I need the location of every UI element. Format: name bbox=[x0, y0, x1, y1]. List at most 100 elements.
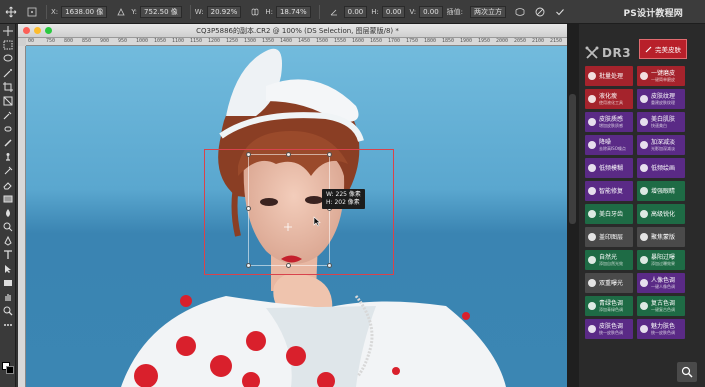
dr3-action-button[interactable]: 高级锐化 bbox=[637, 204, 685, 224]
gradient-tool-icon[interactable] bbox=[0, 192, 16, 206]
dr3-action-button[interactable]: 智能修复 bbox=[585, 181, 633, 201]
healing-brush-icon[interactable] bbox=[0, 122, 16, 136]
interpolation-field[interactable]: 插值: 两次立方 bbox=[447, 5, 507, 18]
dr3-action-button[interactable]: 低频模糊 bbox=[585, 158, 633, 178]
warp-icon[interactable] bbox=[512, 4, 528, 20]
h-field[interactable]: H: 18.74% bbox=[265, 5, 311, 18]
transform-handle[interactable] bbox=[246, 152, 251, 157]
dr3-action-button[interactable]: 皮肤质感 增加皮肤质感 bbox=[585, 112, 633, 132]
frame-tool-icon[interactable] bbox=[0, 94, 16, 108]
more-tools-icon[interactable] bbox=[0, 318, 16, 332]
dr3-action-button[interactable]: 降噪 去除高ISO噪点 bbox=[585, 135, 633, 155]
dr3-action-button[interactable]: 皮肤纹理 重建皮肤纹理 bbox=[637, 89, 685, 109]
zoom-window-button[interactable] bbox=[45, 27, 52, 34]
dodge-tool-icon[interactable] bbox=[0, 220, 16, 234]
history-brush-icon[interactable] bbox=[0, 164, 16, 178]
angle-field[interactable]: 0.00 bbox=[343, 5, 368, 18]
y-field[interactable]: Y: 752.50 像 bbox=[131, 5, 182, 18]
y-value[interactable]: 752.50 像 bbox=[140, 5, 182, 18]
cancel-icon[interactable] bbox=[532, 4, 548, 20]
dr3-action-button[interactable]: 批量处理 bbox=[585, 66, 633, 86]
skew-v-value[interactable]: 0.00 bbox=[419, 5, 443, 18]
transform-handle[interactable] bbox=[327, 263, 332, 268]
reference-point-icon[interactable] bbox=[24, 4, 40, 20]
hand-tool-icon[interactable] bbox=[0, 290, 16, 304]
commit-icon[interactable] bbox=[552, 4, 568, 20]
background-color-swatch[interactable] bbox=[6, 366, 14, 374]
zoom-tool-icon[interactable] bbox=[0, 304, 16, 318]
brush-tool-icon[interactable] bbox=[0, 136, 16, 150]
angle-value[interactable]: 0.00 bbox=[343, 5, 368, 18]
marquee-tool-icon[interactable] bbox=[0, 38, 16, 52]
eraser-icon[interactable] bbox=[0, 178, 16, 192]
transform-handle[interactable] bbox=[327, 152, 332, 157]
zoom-button[interactable] bbox=[677, 362, 697, 382]
document-title: CQ3P5886的副本.CR2 @ 100% (DS Selection, 图层… bbox=[196, 26, 399, 35]
h-value[interactable]: 18.74% bbox=[275, 5, 311, 18]
dr3-action-button[interactable]: 暴阳过曝 添加过曝效果 bbox=[637, 250, 685, 270]
dr3-action-button[interactable]: 魅力肤色 统一皮肤色调 bbox=[637, 319, 685, 339]
transform-handle[interactable] bbox=[246, 206, 251, 211]
move-tool-icon[interactable] bbox=[0, 24, 16, 38]
action-label: 自然光 bbox=[599, 254, 618, 261]
dr3-action-button[interactable]: 加深减淡 光影加深减淡 bbox=[637, 135, 685, 155]
blur-tool-icon[interactable] bbox=[0, 206, 16, 220]
interpolation-select[interactable]: 两次立方 bbox=[470, 5, 507, 18]
action-label: 魅力肤色 bbox=[651, 323, 676, 330]
dr3-action-button[interactable]: 美白牙齿 bbox=[585, 204, 633, 224]
ruler-tick-label: 1300 bbox=[244, 38, 257, 44]
transform-handle[interactable] bbox=[286, 263, 291, 268]
dr3-action-button[interactable]: 自然光 添加自然光效 bbox=[585, 250, 633, 270]
ruler-tick-label: 1950 bbox=[478, 38, 491, 44]
horizontal-ruler[interactable]: 00 750 800 850 900 950 1000 1050 1100 1150 1200 125… bbox=[26, 38, 577, 46]
pen-tool-icon[interactable] bbox=[0, 234, 16, 248]
shape-tool-icon[interactable] bbox=[0, 276, 16, 290]
x-field[interactable]: X: 1638.00 像 bbox=[51, 5, 108, 18]
delta-icon[interactable] bbox=[113, 4, 129, 20]
perfect-skin-button[interactable]: 完美皮肤 bbox=[639, 39, 687, 59]
dr3-action-button[interactable]: 双重曝光 bbox=[585, 273, 633, 293]
link-icon[interactable] bbox=[247, 4, 263, 20]
dr3-action-button[interactable]: 皮肤色调 统一皮肤色调 bbox=[585, 319, 633, 339]
dr3-action-button[interactable]: 青绿色调 添加青绿色调 bbox=[585, 296, 633, 316]
path-select-icon[interactable] bbox=[0, 262, 16, 276]
scrollbar-thumb[interactable] bbox=[569, 94, 576, 224]
dr3-action-button[interactable]: 美白肌肤 快速美白 bbox=[637, 112, 685, 132]
dr3-action-button[interactable]: 低频绘画 bbox=[637, 158, 685, 178]
magic-wand-icon[interactable] bbox=[0, 66, 16, 80]
document-titlebar[interactable]: CQ3P5886的副本.CR2 @ 100% (DS Selection, 图层… bbox=[18, 24, 577, 38]
action-label: 批量处理 bbox=[599, 72, 624, 80]
type-tool-icon[interactable] bbox=[0, 248, 16, 262]
dr3-action-button[interactable]: 盖印图层 bbox=[585, 227, 633, 247]
vertical-ruler[interactable] bbox=[18, 46, 26, 387]
image-canvas[interactable]: W: 225 像素 H: 202 像素 bbox=[26, 46, 577, 387]
panel-scrollbar[interactable] bbox=[567, 24, 579, 387]
dr3-action-button[interactable]: 液化瘦 使用液化工具 bbox=[585, 89, 633, 109]
skew-v-field[interactable]: V: 0.00 bbox=[409, 5, 443, 18]
transform-box[interactable] bbox=[248, 154, 330, 266]
dr3-action-button[interactable]: 复古色调 一键复古色调 bbox=[637, 296, 685, 316]
ruler-corner[interactable] bbox=[18, 38, 26, 46]
crop-tool-icon[interactable] bbox=[0, 80, 16, 94]
transform-handle[interactable] bbox=[286, 152, 291, 157]
w-field[interactable]: W: 20.92% bbox=[195, 5, 242, 18]
dr3-action-button[interactable]: 增强眼睛 bbox=[637, 181, 685, 201]
close-window-button[interactable] bbox=[23, 27, 30, 34]
move-tool-icon[interactable] bbox=[0, 0, 22, 24]
action-icon bbox=[640, 325, 648, 333]
action-sublabel: 添加青绿色调 bbox=[599, 307, 623, 312]
minimize-window-button[interactable] bbox=[34, 27, 41, 34]
dr3-action-button[interactable]: 聚焦蒙版 bbox=[637, 227, 685, 247]
skew-h-value[interactable]: 0.00 bbox=[381, 5, 406, 18]
w-value[interactable]: 20.92% bbox=[206, 5, 242, 18]
stamp-tool-icon[interactable] bbox=[0, 150, 16, 164]
action-icon bbox=[588, 164, 596, 172]
dr3-action-button[interactable]: 一键磨皮 一键简单磨皮 bbox=[637, 66, 685, 86]
dr3-action-button[interactable]: 人像色调 一键人像色调 bbox=[637, 273, 685, 293]
x-value[interactable]: 1638.00 像 bbox=[61, 5, 108, 18]
eyedropper-icon[interactable] bbox=[0, 108, 16, 122]
lasso-tool-icon[interactable] bbox=[0, 52, 16, 66]
skew-h-field[interactable]: H: 0.00 bbox=[371, 5, 406, 18]
transform-handle[interactable] bbox=[246, 263, 251, 268]
options-bar: X: 1638.00 像 Y: 752.50 像 W: 20.92% H: 18… bbox=[0, 0, 705, 24]
